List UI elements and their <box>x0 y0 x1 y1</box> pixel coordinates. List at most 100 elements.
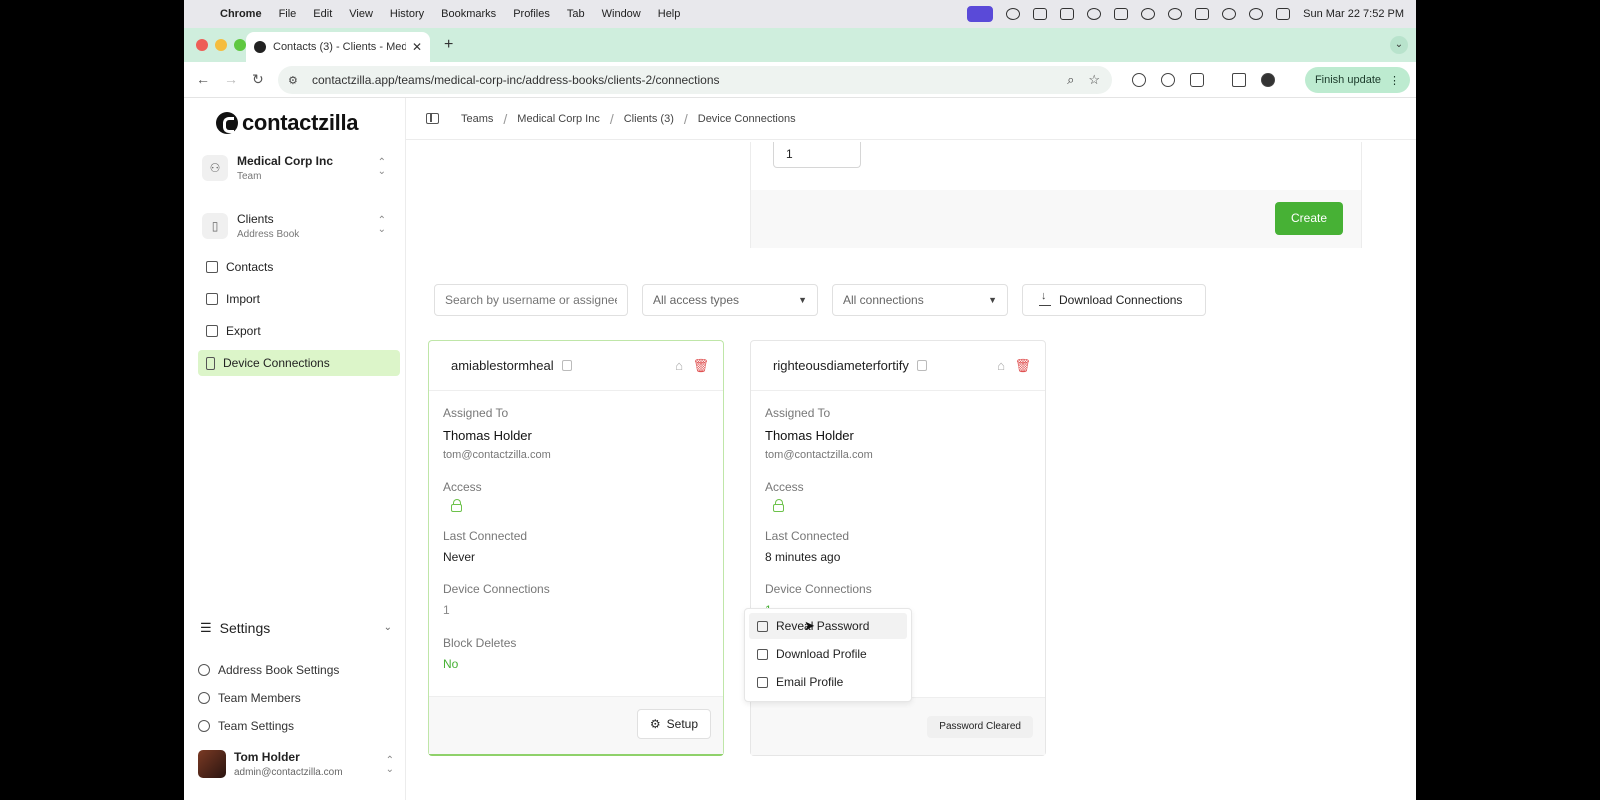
menu-app-name[interactable]: Chrome <box>220 8 262 20</box>
breadcrumb-teams[interactable]: Teams <box>461 113 493 125</box>
copy-icon[interactable] <box>561 360 572 371</box>
spotlight-search-icon[interactable] <box>1249 8 1264 20</box>
close-window-button[interactable] <box>196 39 208 51</box>
connection-select[interactable]: All connections ▼ <box>832 284 1008 316</box>
sidebar-item-label: Team Settings <box>218 719 295 733</box>
quantity-input[interactable]: 1 <box>773 142 861 168</box>
record-icon[interactable] <box>1141 8 1156 20</box>
chevron-down-icon: ▼ <box>988 295 997 305</box>
main-content: Teams / Medical Corp Inc / Clients (3) /… <box>406 98 1416 800</box>
url-text[interactable]: contactzilla.app/teams/medical-corp-inc/… <box>312 73 720 87</box>
menu-item-email-profile[interactable]: Email Profile <box>749 669 907 695</box>
menu-item-label: Reveal Password <box>776 619 870 633</box>
menu-tab[interactable]: Tab <box>567 8 585 20</box>
menu-item-reveal-password[interactable]: Reveal Password <box>749 613 907 639</box>
menu-history[interactable]: History <box>390 8 424 20</box>
browser-tab-active[interactable]: Contacts (3) - Clients - Medic ✕ <box>246 32 430 62</box>
breadcrumb-address-book[interactable]: Clients (3) <box>624 113 674 125</box>
user-name: Tom Holder <box>234 750 300 764</box>
sidebar-item-contacts[interactable]: Contacts <box>198 254 400 280</box>
sidebar-item-address-book-settings[interactable]: Address Book Settings <box>198 663 339 677</box>
device-phone-icon <box>206 356 215 370</box>
assigned-to-label: Assigned To <box>765 406 831 420</box>
assigned-to-label: Assigned To <box>443 406 509 420</box>
breadcrumb-team[interactable]: Medical Corp Inc <box>517 113 600 125</box>
profile-extension-icon[interactable] <box>1161 73 1175 87</box>
team-users-icon: ⚇ <box>202 155 228 181</box>
user-menu[interactable]: Tom Holder admin@contactzilla.com ⌃ ⌄ <box>198 746 398 782</box>
extensions-puzzle-icon[interactable] <box>1190 73 1204 87</box>
menu-help[interactable]: Help <box>658 8 681 20</box>
wifi-icon[interactable] <box>1222 8 1237 20</box>
reload-icon[interactable]: ↻ <box>252 71 264 88</box>
mouse-cursor-icon: ➤ <box>804 618 815 633</box>
sidebar-item-team-settings[interactable]: Team Settings <box>198 719 294 733</box>
bookmark-star-icon[interactable]: ☆ <box>1088 72 1100 88</box>
status-icons: Sun Mar 22 7:52 PM <box>967 0 1404 28</box>
setup-button[interactable]: ⚙ Setup <box>636 709 711 739</box>
tab-search-chevron-icon[interactable]: ⌄ <box>1390 36 1408 54</box>
arrow-icon[interactable] <box>1033 8 1048 20</box>
assignee-email: tom@contactzilla.com <box>765 449 873 461</box>
sidebar-item-team-members[interactable]: Team Members <box>198 691 301 705</box>
menu-item-download-profile[interactable]: Download Profile <box>749 641 907 667</box>
minimize-window-button[interactable] <box>215 39 227 51</box>
settings-section-toggle[interactable]: ☰ Settings ⌄ <box>200 620 392 636</box>
downloads-icon[interactable] <box>1232 73 1246 87</box>
card-header: amiablestormheal ⌂ 🗑 <box>429 341 723 391</box>
access-type-select[interactable]: All access types ▼ <box>642 284 818 316</box>
control-center-icon[interactable] <box>1276 8 1291 20</box>
sidebar-item-export[interactable]: Export <box>198 318 400 344</box>
menu-clock[interactable]: Sun Mar 22 7:52 PM <box>1303 8 1404 20</box>
finish-update-label: Finish update <box>1314 74 1381 86</box>
address-book-switcher[interactable]: ▯ Clients Address Book ⌃ ⌄ <box>202 206 394 246</box>
create-panel-footer: Create <box>751 190 1361 248</box>
display-icon[interactable] <box>1114 8 1129 20</box>
menu-edit[interactable]: Edit <box>313 8 332 20</box>
block-deletes-label: Block Deletes <box>443 636 517 650</box>
menu-view[interactable]: View <box>349 8 373 20</box>
search-input[interactable] <box>434 284 628 316</box>
site-info-icon[interactable]: ⚙ <box>288 74 302 87</box>
chrome-status-icon[interactable] <box>1087 8 1102 20</box>
menu-item-label: Email Profile <box>776 675 844 689</box>
battery-icon[interactable] <box>1195 8 1210 20</box>
menu-window[interactable]: Window <box>602 8 641 20</box>
menu-bookmarks[interactable]: Bookmarks <box>441 8 496 20</box>
new-tab-icon[interactable]: + <box>444 36 453 54</box>
address-bar[interactable]: ⚙ contactzilla.app/teams/medical-corp-in… <box>278 66 1112 94</box>
forward-arrow-icon[interactable]: → <box>224 71 238 87</box>
user-status-icon[interactable] <box>1168 8 1183 20</box>
airplay-icon[interactable] <box>1006 8 1021 20</box>
sidebar-item-device-connections[interactable]: Device Connections <box>198 350 400 376</box>
clipboard-icon[interactable] <box>1060 8 1075 20</box>
clear-password-icon[interactable]: ⌂ <box>997 358 1005 373</box>
tab-close-icon[interactable]: ✕ <box>412 40 422 54</box>
delete-trash-icon[interactable]: 🗑 <box>692 358 709 374</box>
back-arrow-icon[interactable]: ← <box>196 71 210 87</box>
screen-share-icon[interactable] <box>967 6 994 22</box>
screen: Chrome File Edit View History Bookmarks … <box>184 0 1416 800</box>
sidebar-item-import[interactable]: Import <box>198 286 400 312</box>
toggle-sidebar-icon[interactable] <box>426 113 439 124</box>
zoom-icon[interactable]: ⌕ <box>1067 72 1074 88</box>
menu-file[interactable]: File <box>279 8 297 20</box>
brand-logo[interactable]: contactzilla <box>216 110 359 136</box>
last-connected-label: Last Connected <box>443 529 528 543</box>
delete-trash-icon[interactable]: 🗑 <box>1014 358 1031 374</box>
clear-password-icon[interactable]: ⌂ <box>675 358 683 373</box>
team-switcher[interactable]: ⚇ Medical Corp Inc Team ⌃ ⌄ <box>202 148 394 188</box>
sidebar-item-label: Team Members <box>218 691 301 705</box>
last-connected-value: 8 minutes ago <box>765 550 841 564</box>
access-label: Access <box>443 480 482 494</box>
pen-extension-icon[interactable] <box>1132 73 1146 87</box>
sidebar-item-label: Address Book Settings <box>218 663 340 677</box>
zoom-window-button[interactable] <box>234 39 246 51</box>
finish-update-button[interactable]: Finish update ⋮ <box>1304 67 1410 93</box>
create-button[interactable]: Create <box>1275 202 1343 235</box>
profile-avatar-icon[interactable] <box>1261 73 1275 87</box>
assignee-name: Thomas Holder <box>443 428 532 443</box>
menu-profiles[interactable]: Profiles <box>513 8 550 20</box>
copy-icon[interactable] <box>916 360 927 371</box>
download-connections-button[interactable]: Download Connections <box>1022 284 1206 316</box>
